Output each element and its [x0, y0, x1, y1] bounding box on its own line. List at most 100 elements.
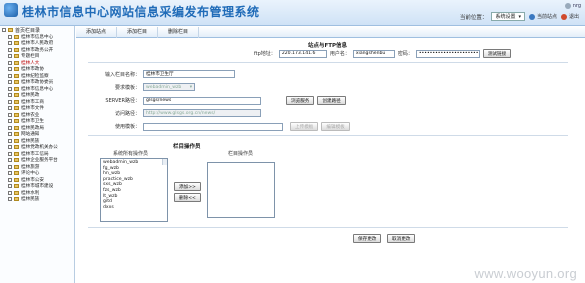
location-select[interactable]: 系统设置 ▾ — [491, 12, 525, 21]
sidebar-tree-item-label: 桂林市信息中心 — [21, 86, 54, 92]
site-link[interactable]: 当前站点 — [528, 13, 557, 20]
ftp-section-title: 站点与FTP信息 — [308, 43, 348, 49]
chevron-down-icon: ▾ — [518, 13, 521, 20]
ftp-addr-label: ftp地址： — [254, 51, 276, 57]
expand-icon[interactable] — [8, 138, 12, 143]
test-link-button[interactable]: 测试链接 — [482, 49, 512, 58]
page-icon — [14, 112, 19, 117]
ftp-user-field[interactable]: xiangshenbu — [352, 49, 395, 58]
expand-icon[interactable] — [8, 60, 12, 65]
expand-icon[interactable] — [8, 125, 12, 130]
scrollbar[interactable] — [162, 159, 167, 165]
expand-icon[interactable] — [8, 86, 12, 91]
sidebar-tree-item-label: 桂林市政协委员 — [21, 80, 54, 86]
edit-template-button[interactable]: 编辑模板 — [321, 122, 350, 131]
expand-icon[interactable] — [8, 132, 12, 137]
page-icon — [14, 151, 19, 156]
folder-icon — [8, 28, 13, 33]
site-icon — [528, 13, 535, 20]
location-label: 当前位置： — [459, 14, 488, 21]
ftp-user-label: 用户名： — [329, 51, 350, 57]
save-button[interactable]: 保存更改 — [353, 234, 382, 243]
sidebar-tree-item-label: 桂林市城市建设 — [21, 184, 54, 190]
expand-icon[interactable] — [8, 164, 12, 169]
sidebar-tree-item-label: 专题栏目 — [21, 54, 40, 60]
remove-operator-button[interactable]: 删除<< — [174, 193, 201, 202]
sidebar-tree: 首页栏目录 桂林市信息中心 桂林市人民政府 桂林市政务公开 专题栏目 桂林人大 桂林市政协… — [0, 26, 75, 283]
access-url-field[interactable]: http://www.glsgs.org.cn/news/ — [143, 109, 261, 117]
expand-icon[interactable] — [8, 93, 12, 98]
page-icon — [14, 86, 19, 91]
expand-icon[interactable] — [8, 171, 12, 176]
template-file-label: 使用模板： — [114, 124, 140, 130]
expand-icon[interactable] — [8, 54, 12, 59]
expand-icon[interactable] — [8, 190, 12, 195]
sidebar-tree-item-label: 桂林民族 — [21, 138, 40, 144]
expand-icon[interactable] — [8, 145, 12, 150]
expand-icon[interactable] — [8, 119, 12, 124]
create-path-button[interactable]: 创建路径 — [317, 96, 346, 105]
server-path-field[interactable]: glsgs/news — [143, 96, 261, 105]
template-select[interactable]: webadmin_wzb ▾ — [143, 83, 195, 91]
page-icon — [14, 138, 19, 143]
page-icon — [14, 93, 19, 98]
sidebar-tree-item-label: 桂林民政局 — [21, 125, 44, 131]
column-name-field[interactable]: 桂林市卫生厅 — [143, 70, 235, 78]
ftp-password-field[interactable]: •••••••••••••••••••••• — [415, 49, 480, 58]
expand-icon[interactable] — [8, 73, 12, 78]
expand-icon[interactable] — [8, 67, 12, 72]
page-icon — [14, 80, 19, 85]
access-url-label: 访问路径： — [114, 110, 140, 117]
page-icon — [14, 171, 19, 176]
browse-server-button[interactable]: 浏览服务 — [286, 96, 315, 105]
ftp-addr-field[interactable]: 220.173.141.6 — [278, 49, 327, 58]
expand-icon[interactable] — [8, 80, 12, 85]
template-file-field[interactable] — [143, 122, 283, 131]
divider — [88, 62, 568, 63]
ftp-pass-label: 密码： — [397, 51, 413, 57]
upload-template-button[interactable]: 上传模板 — [290, 122, 319, 131]
sidebar-tree-item-label: 桂林市公安 — [21, 177, 44, 183]
sidebar-tree-item-label: 桂林纪检监察 — [21, 73, 49, 79]
expand-icon[interactable] — [8, 197, 12, 202]
expand-icon[interactable] — [8, 158, 12, 163]
site-label: 当前站点 — [536, 14, 557, 20]
all-operators-title: 系统所有操作员 — [113, 151, 149, 157]
sidebar-tree-item-label: 桂林人大 — [21, 60, 40, 66]
sidebar-tree-item[interactable]: 桂林民族 — [2, 196, 72, 203]
page-icon — [14, 145, 19, 150]
cancel-button[interactable]: 取消更改 — [387, 234, 416, 243]
expand-icon[interactable] — [8, 47, 12, 52]
expand-icon[interactable] — [8, 184, 12, 189]
all-operators-list[interactable]: webadmin_wzb fg_wzb hn_wzb practice_wzb sxs_… — [100, 158, 168, 222]
page-icon — [14, 197, 19, 202]
expand-icon[interactable] — [8, 34, 12, 39]
sidebar-tree-item-label: 桂林市文件 — [21, 106, 44, 112]
user-icon — [564, 3, 571, 9]
tab-add-site[interactable]: 添加站点 — [76, 27, 118, 38]
server-path-label: SERVER路径： — [105, 98, 140, 104]
column-operators-list[interactable] — [207, 162, 275, 218]
template-label: 要求模板： — [114, 84, 140, 91]
expand-icon[interactable] — [8, 99, 12, 104]
page-icon — [14, 34, 19, 39]
tab-add-column[interactable]: 添加栏目 — [117, 27, 159, 38]
tab-delete-column[interactable]: 删除栏目 — [158, 27, 200, 38]
quit-link[interactable]: 退出 — [560, 13, 579, 20]
expand-icon[interactable] — [8, 112, 12, 117]
sidebar-tree-item-label: 桂林民政 — [21, 93, 40, 99]
expand-icon[interactable] — [8, 41, 12, 46]
add-operator-button[interactable]: 添加>> — [174, 182, 201, 191]
expand-icon[interactable] — [8, 151, 12, 156]
quit-icon — [560, 13, 567, 20]
user-chip[interactable]: nrg — [564, 3, 581, 9]
expand-icon[interactable] — [8, 106, 12, 111]
page-icon — [14, 60, 19, 65]
expand-icon[interactable] — [8, 177, 12, 182]
sidebar-tree-item-label: 桂林市人民政府 — [21, 41, 54, 47]
page-icon — [14, 41, 19, 46]
operator-option[interactable]: dxxs — [103, 205, 165, 211]
sidebar-tree-item-label: 桂林市政协 — [21, 67, 44, 73]
operator-section-title: 栏目操作员 — [173, 144, 201, 150]
sidebar-tree-item-label: 桂林农业 — [21, 112, 40, 118]
